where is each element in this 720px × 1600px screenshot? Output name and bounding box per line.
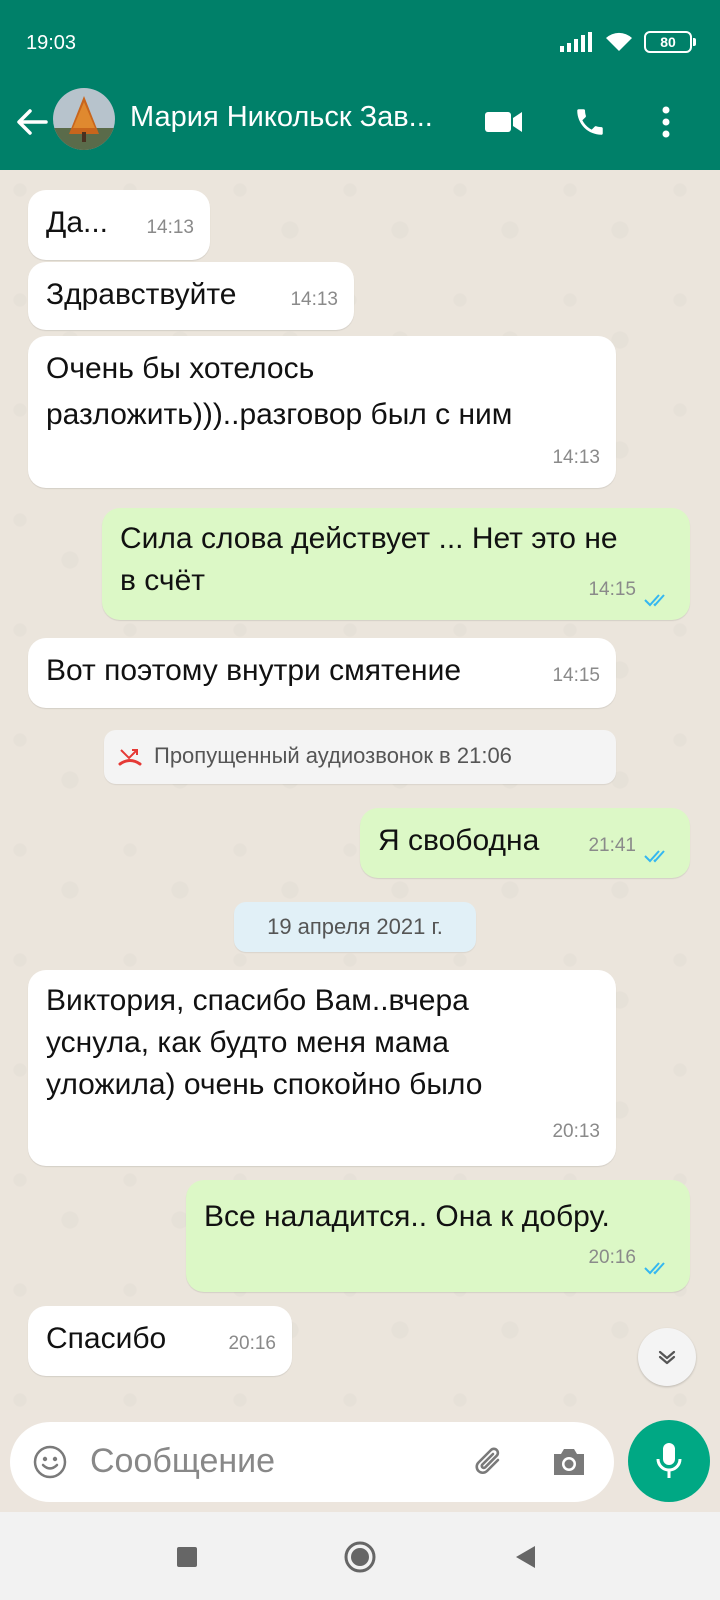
nav-home-icon[interactable]: [343, 1540, 377, 1574]
message-time: 14:13: [146, 217, 194, 238]
chevron-down-icon: [658, 1350, 676, 1365]
message-time: 21:41: [588, 835, 636, 856]
mic-button[interactable]: [628, 1420, 710, 1502]
message-time: 20:16: [228, 1333, 276, 1354]
message-text: Да...: [46, 206, 109, 239]
avatar[interactable]: [53, 88, 115, 150]
message-incoming[interactable]: Да... 14:13: [28, 190, 210, 260]
message-outgoing[interactable]: Я свободна 21:41: [360, 808, 690, 878]
missed-call-icon: [118, 749, 142, 766]
date-divider-text: 19 апреля 2021 г.: [267, 914, 443, 939]
message-text: Спасибо: [46, 1322, 167, 1355]
message-incoming[interactable]: Виктория, спасибо Вам..вчера уснула, как…: [28, 970, 616, 1166]
message-text: уложила) очень спокойно было: [46, 1068, 483, 1101]
message-incoming[interactable]: Очень бы хотелось разложить)))..разговор…: [28, 336, 616, 488]
message-outgoing[interactable]: Все наладится.. Она к добру. 20:16: [186, 1180, 690, 1292]
message-text: Вот поэтому внутри смятение: [46, 654, 462, 687]
message-input[interactable]: Сообщение: [90, 1442, 275, 1481]
scroll-to-bottom-button[interactable]: [638, 1328, 696, 1386]
message-time: 14:15: [552, 665, 600, 686]
message-text: уснула, как будто меня мама: [46, 1026, 449, 1059]
contact-name[interactable]: Мария Никольск Зав...: [130, 101, 433, 134]
message-time: 20:13: [552, 1121, 600, 1142]
message-time: 20:16: [588, 1247, 636, 1268]
missed-call-notice[interactable]: Пропущенный аудиозвонок в 21:06: [104, 730, 616, 784]
message-time: 14:15: [588, 579, 636, 600]
status-icons: 80: [560, 30, 696, 54]
message-text: Очень бы хотелось: [46, 352, 315, 385]
double-check-icon: [644, 594, 665, 607]
message-text: разложить)))..разговор был с ним: [46, 398, 513, 431]
wifi-icon: [606, 32, 632, 51]
attach-icon[interactable]: [472, 1444, 508, 1480]
message-incoming[interactable]: Здравствуйте 14:13: [28, 262, 354, 330]
phone-icon[interactable]: [570, 102, 610, 142]
mic-icon: [656, 1443, 682, 1478]
message-composer: Сообщение: [10, 1422, 614, 1502]
nav-back-icon[interactable]: [508, 1540, 542, 1574]
video-call-icon[interactable]: [484, 102, 524, 142]
message-time: 14:13: [290, 289, 338, 310]
date-divider: 19 апреля 2021 г.: [234, 902, 476, 952]
double-check-icon: [644, 1262, 665, 1275]
message-text: Виктория, спасибо Вам..вчера: [46, 984, 469, 1017]
message-text: Сила слова действует ... Нет это не: [120, 522, 618, 555]
back-arrow-icon[interactable]: [12, 102, 52, 142]
status-bar: 19:03 80: [0, 0, 720, 88]
battery-indicator: 80: [644, 31, 696, 53]
message-incoming[interactable]: Вот поэтому внутри смятение 14:15: [28, 638, 616, 708]
more-icon[interactable]: [646, 102, 686, 142]
message-text: в счёт: [120, 564, 205, 597]
message-text: Здравствуйте: [46, 278, 237, 311]
message-text: Я свободна: [378, 824, 540, 857]
system-nav-bar: [0, 1512, 720, 1600]
missed-call-text: Пропущенный аудиозвонок в 21:06: [154, 743, 512, 768]
message-time: 14:13: [552, 447, 600, 468]
message-outgoing[interactable]: Сила слова действует ... Нет это не в сч…: [102, 508, 690, 620]
signal-icon: [560, 32, 592, 52]
nav-recents-icon[interactable]: [170, 1540, 204, 1574]
status-time: 19:03: [26, 32, 77, 54]
camera-icon[interactable]: [550, 1444, 588, 1480]
double-check-icon: [644, 850, 665, 863]
message-incoming[interactable]: Спасибо 20:16: [28, 1306, 292, 1376]
chat-header: Мария Никольск Зав...: [0, 88, 720, 170]
emoji-icon[interactable]: [32, 1444, 68, 1480]
chat-area[interactable]: Да... 14:13 Здравствуйте 14:13 Очень бы …: [0, 170, 720, 1410]
message-text: Все наладится.. Она к добру.: [204, 1200, 610, 1233]
